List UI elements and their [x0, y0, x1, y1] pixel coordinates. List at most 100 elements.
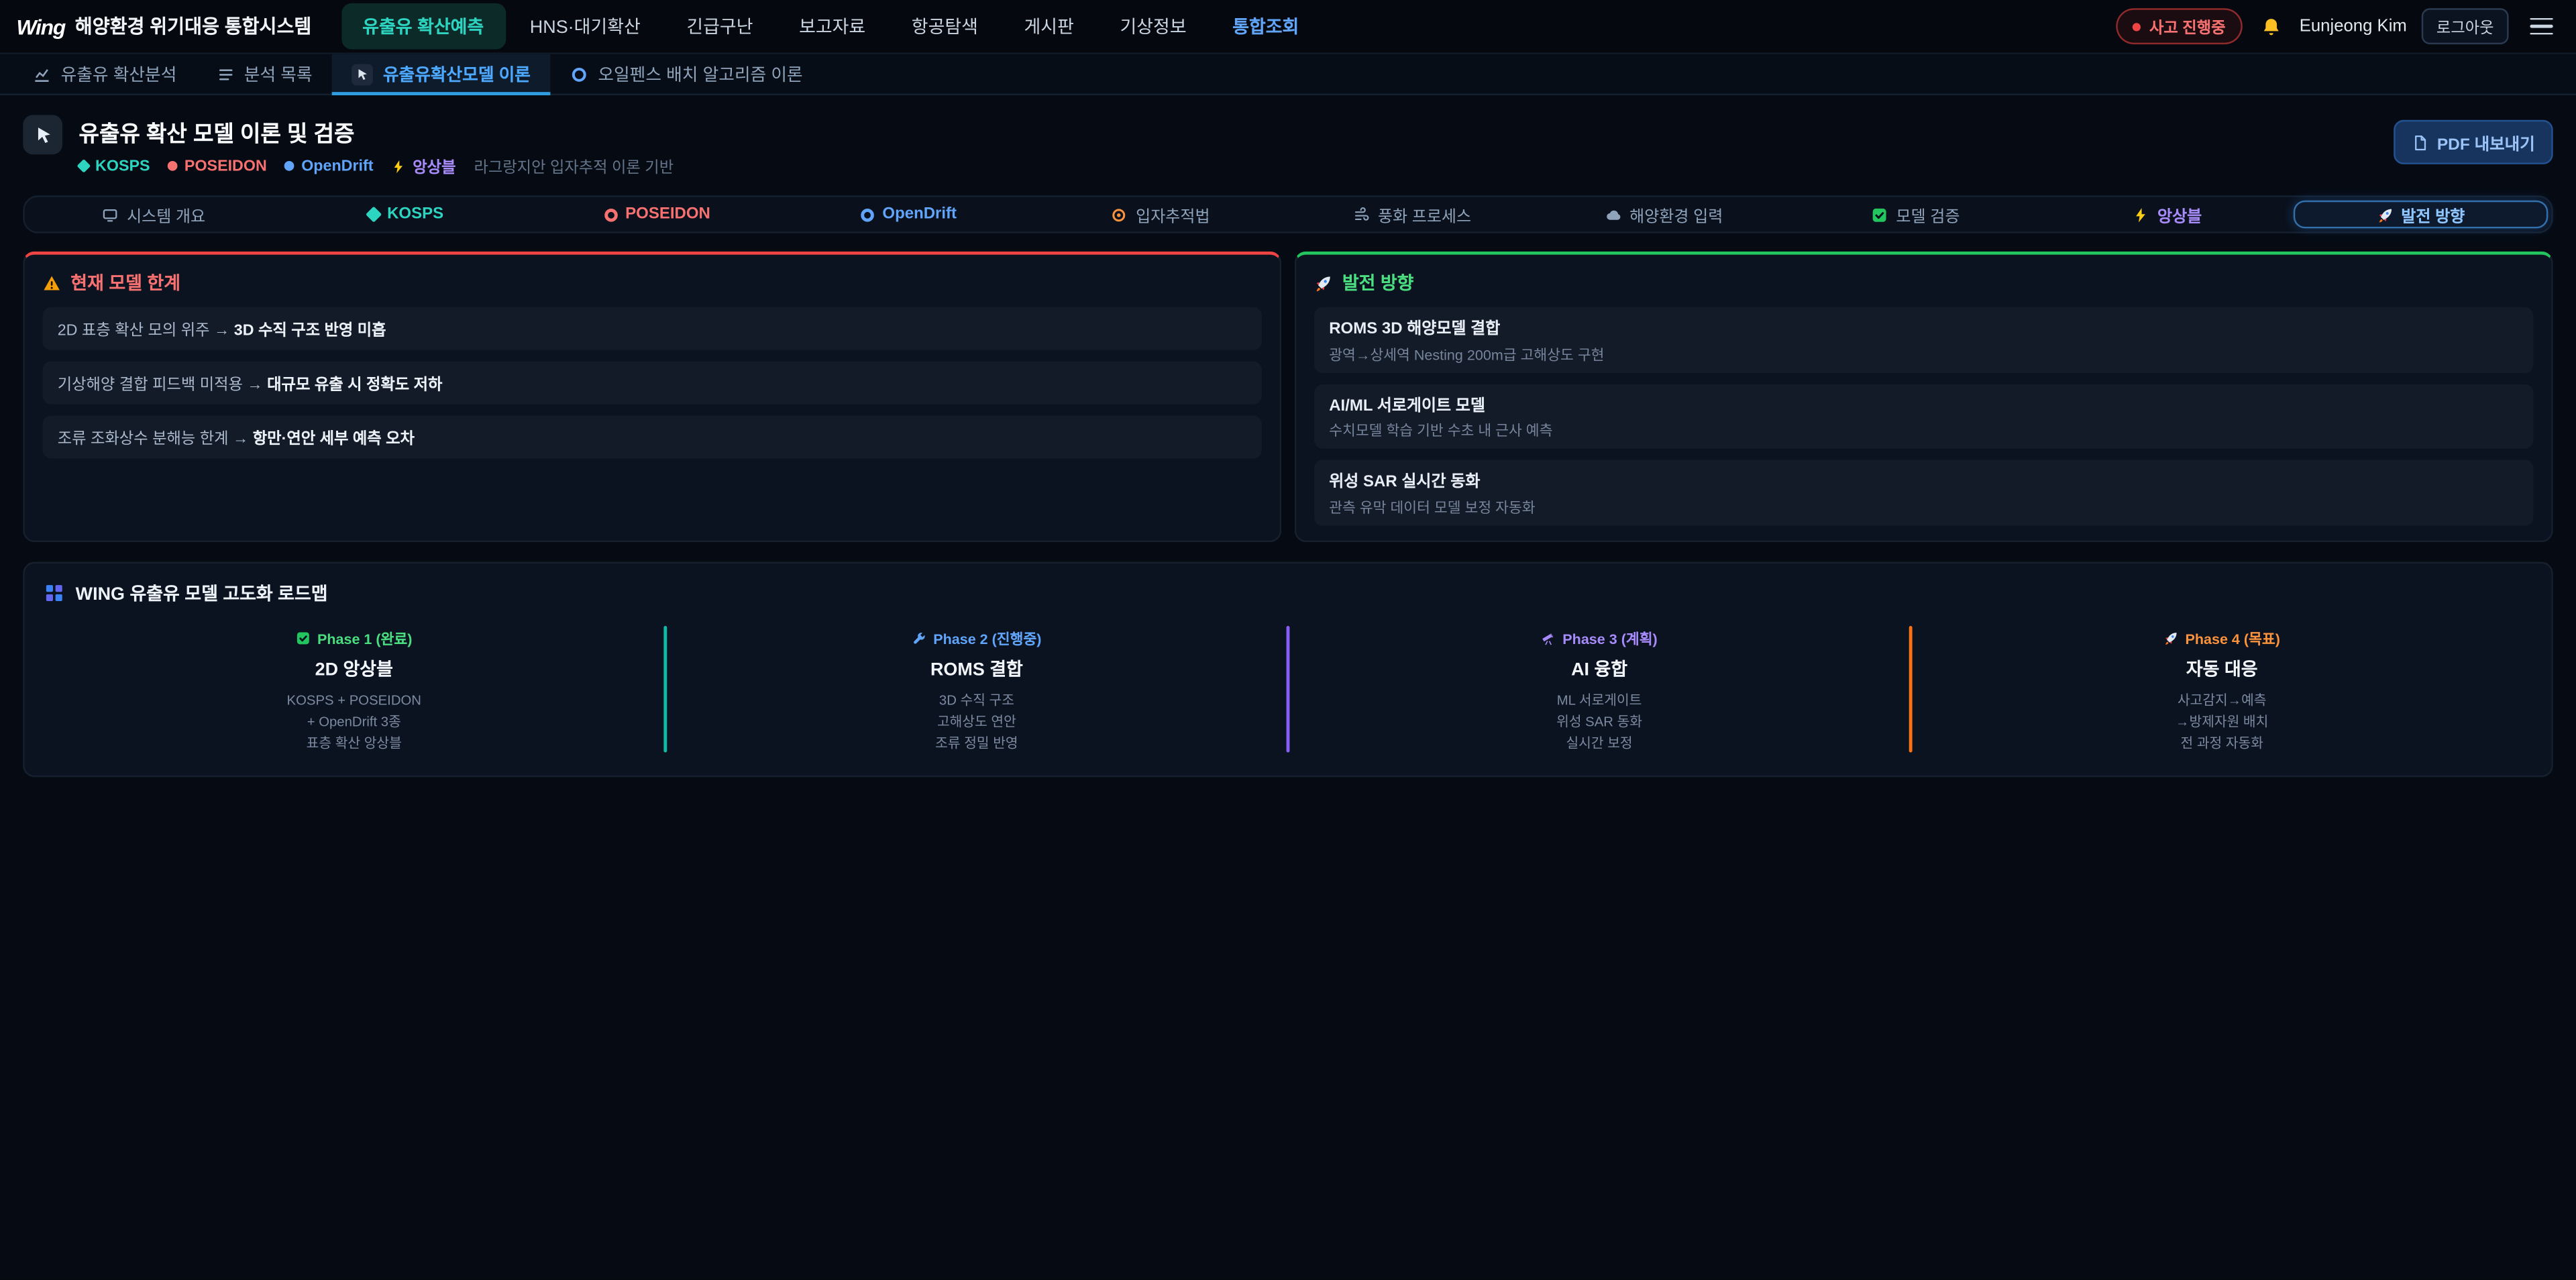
- phase-desc-line: 사고감지→예측: [1913, 689, 2532, 710]
- chart-icon: [33, 65, 51, 83]
- limitation-item: 조류 조화상수 분해능 한계 → 항만·연안 세부 예측 오차: [43, 416, 1262, 459]
- tab-label: 유출유확산모델 이론: [383, 62, 531, 87]
- direction-item-subtitle: 광역→상세역 Nesting 200m급 고해상도 구현: [1329, 343, 2518, 364]
- model-badges-row: KOSPS POSEIDON OpenDrift 앙상블 라그랑지안 입자추: [79, 154, 674, 177]
- phase-desc-line: 3D 수직 구조: [667, 689, 1286, 710]
- red-dot-icon: [168, 161, 178, 171]
- badge-kosps: KOSPS: [79, 157, 150, 175]
- roadmap-phase-4: Phase 4 (목표) 자동 대응 사고감지→예측 →방제자원 배치 전 과정…: [1913, 622, 2532, 756]
- sec-tab-ensemble[interactable]: 앙상블: [2041, 201, 2293, 229]
- sec-tab-model-validation[interactable]: 모델 검증: [1790, 201, 2041, 229]
- logout-button[interactable]: 로그아웃: [2422, 8, 2509, 44]
- roadmap-panel: WING 유출유 모델 고도화 로드맵 Phase 1 (완료) 2D 앙상블 …: [23, 561, 2553, 778]
- nav-item-hns-atmospheric[interactable]: HNS·대기확산: [508, 3, 662, 50]
- nav-item-aerial-search[interactable]: 항공탐색: [890, 3, 1000, 50]
- blue-ring-icon: [861, 208, 875, 221]
- roadmap-phase-2: Phase 2 (진행중) ROMS 결합 3D 수직 구조 고해상도 연안 조…: [667, 622, 1286, 756]
- sec-tab-particle-tracking[interactable]: 입자추적법: [1034, 201, 1286, 229]
- phase-desc-line: + OpenDrift 3종: [44, 711, 663, 733]
- directions-panel-title: 발전 방향: [1314, 270, 2533, 296]
- current-model-limits-panel: 현재 모델 한계 2D 표층 확산 모의 위주 → 3D 수직 구조 반영 미흡…: [23, 252, 1281, 541]
- sec-tab-ocean-environment-input[interactable]: 해양환경 입력: [1538, 201, 1790, 229]
- page-subtitle: 라그랑지안 입자추적 이론 기반: [474, 154, 674, 177]
- phase-desc-line: 전 과정 자동화: [1913, 733, 2532, 754]
- nav-item-emergency-rescue[interactable]: 긴급구난: [665, 3, 775, 50]
- sec-tab-development-direction[interactable]: 발전 방향: [2293, 201, 2548, 229]
- red-ring-icon: [604, 208, 617, 221]
- phase-1-label: Phase 1 (완료): [44, 627, 663, 648]
- incident-status-badge[interactable]: 사고 진행중: [2116, 8, 2242, 44]
- nav-item-board[interactable]: 게시판: [1003, 3, 1095, 50]
- rocket-icon: [2164, 630, 2179, 645]
- phase-1-title: 2D 앙상블: [44, 655, 663, 681]
- phase-desc-line: 조류 정밀 반영: [667, 733, 1286, 754]
- blue-dot-icon: [285, 161, 295, 171]
- bell-icon: [2260, 15, 2282, 37]
- roadmap-title: WING 유출유 모델 고도화 로드맵: [44, 579, 2532, 605]
- wrench-icon: [912, 630, 926, 645]
- tab-label: 분석 목록: [244, 62, 313, 87]
- rocket-icon: [1314, 274, 1332, 292]
- phase-desc-line: 위성 SAR 동화: [1289, 711, 1909, 733]
- user-name: Eunjeong Kim: [2300, 16, 2407, 36]
- menu-button[interactable]: [2524, 9, 2560, 44]
- wind-icon: [1353, 206, 1369, 222]
- cloud-icon: [1605, 206, 1621, 222]
- incident-label: 사고 진행중: [2149, 15, 2225, 38]
- tab-spill-model-theory[interactable]: 유출유확산모델 이론: [332, 54, 550, 94]
- notifications-button[interactable]: [2257, 12, 2285, 40]
- roadmap-phase-3: Phase 3 (계획) AI 융합 ML 서로게이트 위성 SAR 동화 실시…: [1289, 622, 1909, 756]
- diamond-icon: [77, 159, 91, 173]
- app-root: Wing 해양환경 위기대응 통합시스템 유출유 확산예측 HNS·대기확산 긴…: [0, 0, 2576, 1280]
- nav-item-weather-info[interactable]: 기상정보: [1099, 3, 1208, 50]
- phase-2-label: Phase 2 (진행중): [667, 627, 1286, 648]
- pdf-export-button[interactable]: PDF 내보내기: [2394, 120, 2553, 164]
- direction-item-title: AI/ML 서로게이트 모델: [1329, 392, 2518, 415]
- direction-item: ROMS 3D 해양모델 결합 광역→상세역 Nesting 200m급 고해상…: [1314, 307, 2533, 372]
- development-direction-panel: 발전 방향 ROMS 3D 해양모델 결합 광역→상세역 Nesting 200…: [1295, 252, 2553, 541]
- bolt-icon: [391, 158, 406, 173]
- page-title-block: 유출유 확산 모델 이론 및 검증 KOSPS POSEIDON OpenDri…: [79, 115, 674, 177]
- sec-tab-poseidon[interactable]: POSEIDON: [531, 201, 783, 229]
- diamond-icon: [365, 206, 381, 222]
- tab-label: 유출유 확산분석: [61, 62, 177, 87]
- warning-icon: [43, 274, 61, 292]
- nav-item-oil-spill-prediction[interactable]: 유출유 확산예측: [341, 3, 505, 50]
- limits-panel-title: 현재 모델 한계: [43, 270, 1262, 296]
- direction-item-subtitle: 수치모델 학습 기반 수초 내 근사 예측: [1329, 419, 2518, 440]
- app-brand[interactable]: Wing 해양환경 위기대응 통합시스템: [16, 13, 311, 40]
- phase-desc-line: KOSPS + POSEIDON: [44, 689, 663, 710]
- badge-opendrift: OpenDrift: [285, 157, 374, 175]
- app-logo: Wing: [16, 14, 65, 39]
- phase-4-label: Phase 4 (목표): [1913, 627, 2532, 648]
- phase-3-title: AI 융합: [1289, 655, 1909, 681]
- roadmap-phase-1: Phase 1 (완료) 2D 앙상블 KOSPS + POSEIDON + O…: [44, 622, 663, 756]
- tab-analysis-list[interactable]: 분석 목록: [197, 54, 332, 94]
- nav-item-reports[interactable]: 보고자료: [777, 3, 887, 50]
- phase-desc-line: 실시간 보정: [1289, 733, 1909, 754]
- direction-item: AI/ML 서로게이트 모델 수치모델 학습 기반 수초 내 근사 예측: [1314, 384, 2533, 449]
- limitation-item: 기상해양 결합 피드백 미적용 → 대규모 유출 시 정확도 저하: [43, 362, 1262, 405]
- content-panels: 현재 모델 한계 2D 표층 확산 모의 위주 → 3D 수직 구조 반영 미흡…: [23, 252, 2553, 541]
- ring-icon: [570, 65, 588, 83]
- sec-tab-system-overview[interactable]: 시스템 개요: [28, 201, 280, 229]
- sub-tab-bar: 유출유 확산분석 분석 목록 유출유확산모델 이론 오일펜스 배치 알고리즘 이…: [0, 54, 2576, 95]
- sec-tab-kosps[interactable]: KOSPS: [280, 201, 531, 229]
- phase-desc-line: →방제자원 배치: [1913, 711, 2532, 733]
- tab-oil-spill-analysis[interactable]: 유출유 확산분석: [13, 54, 197, 94]
- check-icon: [1872, 206, 1888, 222]
- nav-item-integrated-search[interactable]: 통합조회: [1211, 3, 1320, 50]
- tab-oil-fence-algorithm[interactable]: 오일펜스 배치 알고리즘 이론: [550, 54, 822, 94]
- pointer-chip-icon: [352, 63, 373, 85]
- phase-desc-line: ML 서로게이트: [1289, 689, 1909, 710]
- page-title: 유출유 확산 모델 이론 및 검증: [79, 115, 674, 148]
- telescope-icon: [1541, 630, 1556, 645]
- sec-tab-opendrift[interactable]: OpenDrift: [783, 201, 1034, 229]
- sec-tab-weathering-process[interactable]: 풍화 프로세스: [1287, 201, 1538, 229]
- pointer-icon: [355, 66, 370, 81]
- direction-item-subtitle: 관측 유막 데이터 모델 보정 자동화: [1329, 495, 2518, 517]
- rocket-icon: [2377, 206, 2393, 222]
- check-icon: [296, 630, 311, 645]
- phase-desc-line: 표층 확산 앙상블: [44, 733, 663, 754]
- topnav-right-cluster: 사고 진행중 Eunjeong Kim 로그아웃: [2116, 8, 2559, 44]
